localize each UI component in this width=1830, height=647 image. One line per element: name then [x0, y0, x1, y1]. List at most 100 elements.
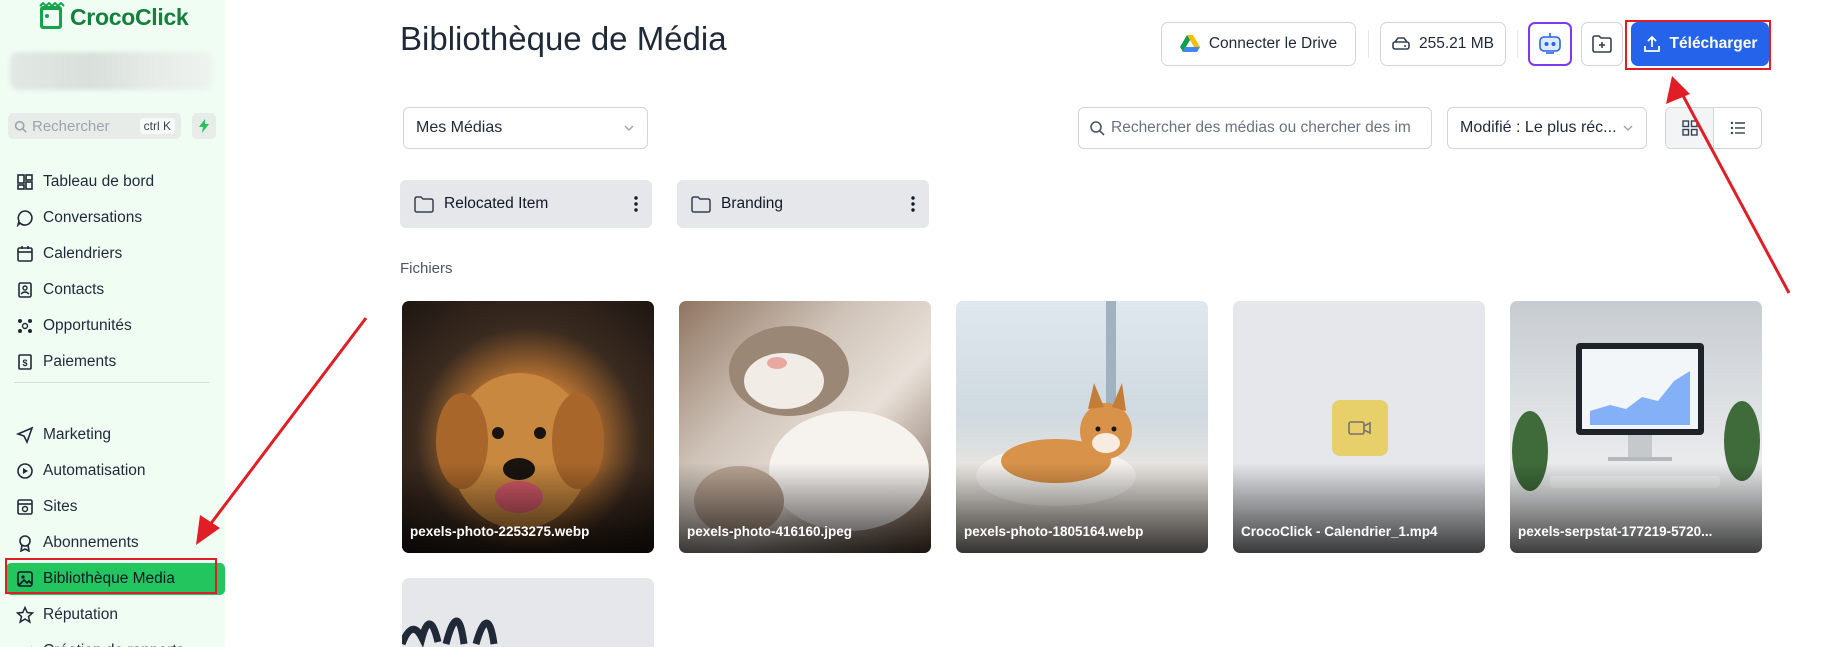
- folder-plus-icon: [1592, 35, 1612, 53]
- sidebar-item-tableau-de-bord[interactable]: Tableau de bord: [6, 166, 225, 198]
- sidebar-item-label: Automatisation: [43, 462, 146, 479]
- card-shade: [679, 463, 931, 553]
- sidebar-item-sites[interactable]: Sites: [6, 491, 225, 523]
- sort-value: Modifié : Le plus réc...: [1460, 119, 1617, 136]
- quick-action-button[interactable]: [192, 113, 216, 139]
- card-shade: [956, 463, 1208, 553]
- file-name: pexels-photo-2253275.webp: [410, 524, 590, 539]
- chevron-down-icon: [1623, 125, 1633, 131]
- folder-card[interactable]: Relocated Item: [400, 180, 652, 228]
- sidebar-search-placeholder: Rechercher: [32, 117, 110, 135]
- folder-name: Branding: [721, 195, 784, 212]
- page-title: Bibliothèque de Média: [400, 20, 727, 57]
- sidebar-item-reputation[interactable]: Réputation: [6, 599, 225, 631]
- dashboard-icon: [17, 174, 33, 190]
- sidebar-item-marketing[interactable]: Marketing: [6, 419, 225, 451]
- brand-name-prefix: Croco: [70, 3, 135, 30]
- card-shade: [402, 463, 654, 553]
- media-scope-select[interactable]: Mes Médias: [403, 107, 648, 149]
- google-drive-icon: [1179, 35, 1200, 52]
- folder-icon: [414, 195, 434, 213]
- sidebar-item-label: Paiements: [43, 353, 117, 370]
- chat-icon: [16, 210, 33, 227]
- brand-name-suffix: Click: [134, 3, 189, 30]
- sidebar-item-abonnements[interactable]: Abonnements: [6, 527, 225, 559]
- list-icon: [1730, 121, 1745, 135]
- video-thumbnail: [1332, 400, 1388, 456]
- media-scope-value: Mes Médias: [416, 119, 503, 136]
- file-name: pexels-serpstat-177219-5720...: [1518, 524, 1713, 539]
- star-icon: [16, 606, 34, 624]
- automation-icon: [17, 463, 33, 479]
- active-nav-highlight-box: [5, 558, 217, 594]
- contacts-icon: [18, 282, 32, 298]
- file-name: CrocoClick - Calendrier_1.mp4: [1241, 524, 1438, 539]
- sidebar-item-label: Contacts: [43, 281, 105, 298]
- connect-drive-label: Connecter le Drive: [1208, 35, 1338, 52]
- grid-icon: [1681, 120, 1698, 136]
- storage-usage-button[interactable]: 255.21 MB: [1380, 22, 1506, 66]
- sidebar: CrocoClick Rechercher ctrl K Tableau de …: [0, 0, 225, 647]
- file-card[interactable]: CrocoClick - Calendrier_1.mp4: [1233, 301, 1485, 553]
- file-card[interactable]: pexels-photo-416160.jpeg: [679, 301, 931, 553]
- new-folder-button[interactable]: [1581, 22, 1623, 66]
- brand-logo[interactable]: CrocoClick: [36, 2, 189, 32]
- sidebar-divider: [14, 382, 209, 383]
- grid-view-button[interactable]: [1666, 108, 1714, 148]
- view-toggle: [1665, 107, 1762, 149]
- media-search-placeholder: Rechercher des médias ou chercher des im: [1111, 119, 1411, 136]
- video-camera-icon: [1348, 421, 1371, 435]
- app-root: CrocoClick Rechercher ctrl K Tableau de …: [0, 0, 1830, 647]
- storage-drive-icon: [1392, 37, 1410, 50]
- reports-icon: [31, 646, 32, 647]
- payments-icon: $: [18, 354, 32, 370]
- list-view-button[interactable]: [1714, 108, 1761, 148]
- sidebar-item-label: Marketing: [43, 426, 112, 443]
- account-switcher[interactable]: [10, 52, 212, 90]
- sidebar-item-conversations[interactable]: Conversations: [6, 202, 225, 234]
- sidebar-item-label: Conversations: [43, 209, 143, 226]
- file-card[interactable]: pexels-photo-1805164.webp: [956, 301, 1208, 553]
- sidebar-item-automatisation[interactable]: Automatisation: [6, 455, 225, 487]
- connect-drive-button[interactable]: Connecter le Drive: [1161, 22, 1356, 66]
- sidebar-item-label: Réputation: [43, 606, 118, 623]
- toolbar-divider: [1368, 30, 1369, 58]
- sidebar-item-opportunites[interactable]: Opportunités: [6, 310, 225, 342]
- toolbar-divider: [1517, 30, 1518, 58]
- file-name: pexels-photo-1805164.webp: [964, 524, 1144, 539]
- search-icon: [1090, 121, 1105, 136]
- sidebar-item-label: Opportunités: [43, 317, 132, 334]
- file-card[interactable]: pexels-photo-2253275.webp: [402, 301, 654, 553]
- more-options-icon[interactable]: [911, 196, 915, 212]
- sort-select[interactable]: Modifié : Le plus réc...: [1447, 107, 1647, 149]
- chevron-down-icon: [624, 125, 634, 131]
- file-card[interactable]: pexels-serpstat-177219-5720...: [1510, 301, 1762, 553]
- sidebar-item-creation-de-rapports[interactable]: Création de rapports: [6, 635, 225, 647]
- folder-card[interactable]: Branding: [677, 180, 929, 228]
- sidebar-item-paiements[interactable]: $ Paiements: [6, 346, 225, 378]
- storage-usage-label: 255.21 MB: [1419, 35, 1494, 52]
- sidebar-item-label: Création de rapports: [43, 642, 184, 647]
- svg-text:$: $: [22, 358, 27, 368]
- sidebar-item-calendriers[interactable]: Calendriers: [6, 238, 225, 270]
- sidebar-item-label: Abonnements: [43, 534, 139, 551]
- more-options-icon[interactable]: [634, 196, 638, 212]
- robot-icon: [1539, 33, 1561, 54]
- files-section-label: Fichiers: [400, 260, 453, 277]
- sites-icon: [17, 499, 33, 515]
- ai-assistant-button[interactable]: [1528, 22, 1572, 66]
- croco-logo-icon: [39, 2, 65, 29]
- file-name: pexels-photo-416160.jpeg: [687, 524, 853, 539]
- opportunities-icon: [18, 319, 32, 333]
- sidebar-item-label: Calendriers: [43, 245, 123, 262]
- calendar-icon: [17, 246, 33, 262]
- folder-icon: [691, 195, 711, 213]
- upload-highlight-box: [1625, 20, 1771, 70]
- sidebar-item-label: Tableau de bord: [43, 173, 155, 190]
- media-search-input[interactable]: Rechercher des médias ou chercher des im: [1078, 107, 1432, 149]
- send-icon: [16, 426, 34, 444]
- file-card[interactable]: [402, 578, 654, 647]
- card-shade: [1233, 463, 1485, 553]
- sidebar-search[interactable]: Rechercher ctrl K: [8, 113, 181, 139]
- sidebar-item-contacts[interactable]: Contacts: [6, 274, 225, 306]
